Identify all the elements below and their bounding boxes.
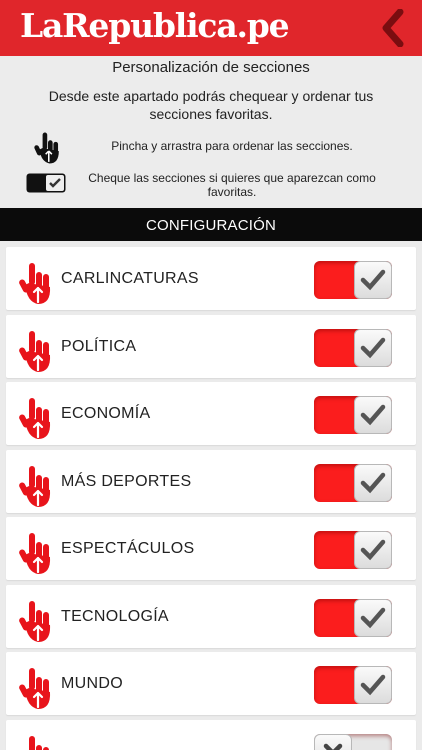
- section-label: POLÍTICA: [61, 338, 137, 355]
- section-row-mas-deportes[interactable]: MÁS DEPORTES: [6, 450, 416, 513]
- section-label: MÁS DEPORTES: [61, 473, 192, 490]
- favorite-toggle[interactable]: [314, 329, 392, 367]
- drag-handle-icon[interactable]: [18, 531, 54, 575]
- toggle-icon: [26, 173, 66, 193]
- check-icon: [354, 464, 392, 502]
- section-label: CARLINCATURAS: [61, 270, 199, 287]
- favorite-toggle[interactable]: [314, 734, 392, 750]
- favorite-toggle[interactable]: [314, 261, 392, 299]
- check-hint-text: Cheque las secciones si quieres que apar…: [88, 171, 376, 199]
- drag-handle-icon[interactable]: [18, 599, 54, 643]
- check-icon: [354, 666, 392, 704]
- section-label: ESPECTÁCULOS: [61, 540, 195, 557]
- drag-handle-icon[interactable]: [18, 396, 54, 440]
- intro-panel: Personalización de secciones Desde este …: [0, 56, 422, 208]
- config-header: CONFIGURACIÓN: [0, 208, 422, 241]
- check-icon: [354, 329, 392, 367]
- app-header: LaRepublica.pe: [0, 0, 422, 56]
- favorite-toggle[interactable]: [314, 396, 392, 434]
- close-icon: [314, 734, 352, 750]
- section-row-partial[interactable]: [6, 720, 416, 750]
- drag-hint-text: Pincha y arrastra para ordenar las secci…: [111, 139, 353, 153]
- intro-description: Desde este apartado podrás chequear y or…: [48, 88, 374, 122]
- favorite-toggle[interactable]: [314, 464, 392, 502]
- chevron-left-icon: [382, 8, 404, 48]
- favorite-toggle[interactable]: [314, 531, 392, 569]
- drag-handle-icon[interactable]: [18, 261, 54, 305]
- favorite-toggle[interactable]: [314, 666, 392, 704]
- section-row-espectaculos[interactable]: ESPECTÁCULOS: [6, 517, 416, 580]
- section-label: MUNDO: [61, 675, 123, 692]
- check-icon: [354, 396, 392, 434]
- drag-handle-icon[interactable]: [18, 734, 54, 750]
- section-row-tecnologia[interactable]: TECNOLOGÍA: [6, 585, 416, 648]
- drag-handle-icon[interactable]: [18, 329, 54, 373]
- drag-hand-icon: [34, 132, 59, 164]
- favorite-toggle[interactable]: [314, 599, 392, 637]
- intro-title: Personalización de secciones: [112, 59, 310, 76]
- section-row-carlincaturas[interactable]: CARLINCATURAS: [6, 247, 416, 310]
- check-icon: [354, 531, 392, 569]
- back-button[interactable]: [378, 8, 408, 48]
- section-label: TECNOLOGÍA: [61, 608, 169, 625]
- section-label: ECONOMÍA: [61, 405, 151, 422]
- logo: LaRepublica.pe: [20, 6, 290, 45]
- section-row-mundo[interactable]: MUNDO: [6, 652, 416, 715]
- section-row-politica[interactable]: POLÍTICA: [6, 315, 416, 378]
- section-row-economia[interactable]: ECONOMÍA: [6, 382, 416, 445]
- check-icon: [354, 599, 392, 637]
- drag-handle-icon[interactable]: [18, 464, 54, 508]
- drag-handle-icon[interactable]: [18, 666, 54, 710]
- check-icon: [354, 261, 392, 299]
